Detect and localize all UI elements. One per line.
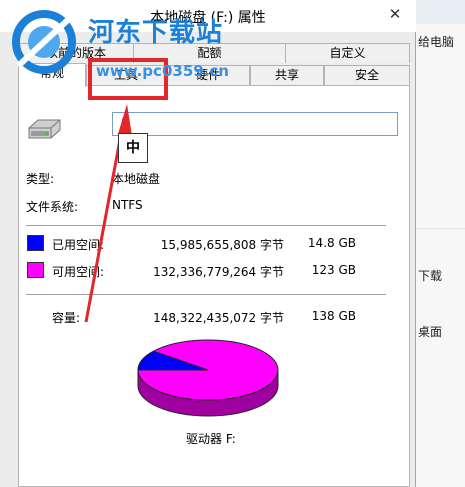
watermark-title: 河东下载站 <box>88 18 224 48</box>
ime-indicator: 中 <box>118 133 148 163</box>
watermark-url: www.pc0359.cn <box>96 62 229 80</box>
watermark-logo <box>12 10 76 74</box>
